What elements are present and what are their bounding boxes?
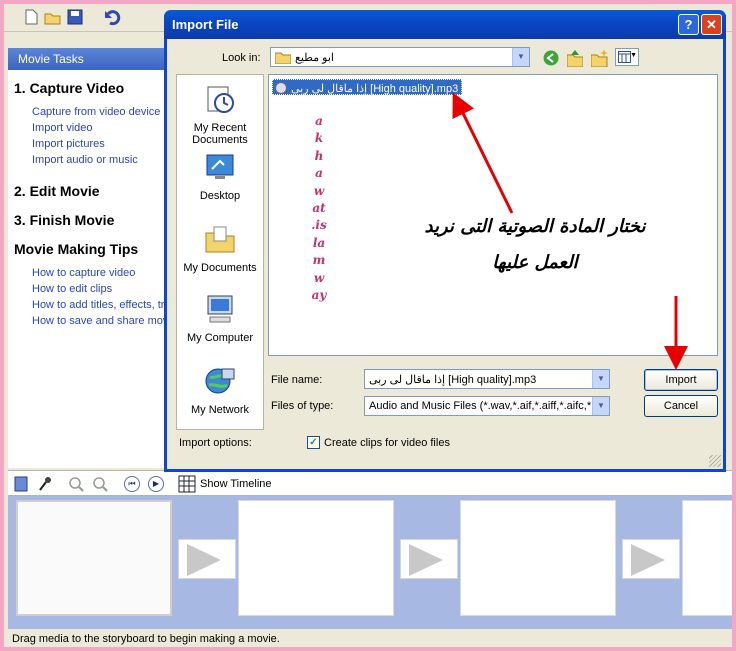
link-import-video[interactable]: Import video [8, 120, 172, 136]
close-button[interactable]: ✕ [701, 14, 722, 35]
places-bar: My Recent Documents Desktop My Documents… [176, 74, 264, 430]
place-desktop[interactable]: Desktop [177, 151, 263, 202]
look-in-combo[interactable]: ابو مطيع ▼ [270, 47, 530, 67]
undo-icon[interactable] [104, 8, 122, 26]
file-list[interactable]: إذا ماقال لى ربى [High quality].mp3 akha… [268, 74, 718, 356]
annotation-line-1: نختار المادة الصوتية التى نريد [424, 216, 646, 237]
files-of-type-value: Audio and Music Files (*.wav,*.aif,*.aif… [369, 400, 600, 412]
open-project-icon[interactable] [44, 8, 62, 26]
look-in-label: Look in: [222, 52, 261, 64]
link-how-to-add-titles[interactable]: How to add titles, effects, tr [8, 297, 172, 313]
place-label: My Recent Documents [192, 122, 248, 146]
section-edit-movie[interactable]: 2. Edit Movie﹀ [8, 179, 172, 203]
dialog-title-bar: Import File ? ✕ [164, 10, 726, 39]
place-my-network[interactable]: My Network [177, 365, 263, 416]
section-title: 3. Finish Movie [14, 212, 115, 228]
save-project-icon[interactable] [66, 8, 84, 26]
dialog-title: Import File [172, 17, 239, 32]
storyboard-slot[interactable] [682, 500, 732, 616]
microphone-icon[interactable] [38, 476, 52, 492]
folder-icon [275, 52, 291, 64]
import-button[interactable]: Import [644, 369, 718, 391]
link-capture-from-device[interactable]: Capture from video device [8, 104, 172, 120]
back-icon[interactable] [543, 50, 559, 66]
movie-tasks-header: Movie Tasks [8, 48, 172, 70]
section-title: Movie Making Tips [14, 241, 139, 257]
timeline-icon[interactable] [178, 475, 196, 493]
link-how-to-edit[interactable]: How to edit clips [8, 281, 172, 297]
link-import-audio[interactable]: Import audio or music [8, 152, 172, 168]
chevron-down-icon[interactable]: ▼ [592, 397, 609, 415]
place-label: Desktop [199, 190, 241, 202]
my-network-icon [205, 368, 235, 394]
rewind-icon[interactable]: ⏮ [124, 476, 140, 492]
file-name-input[interactable]: إذا ماقال لى ربى [High quality].mp3 ▼ [364, 369, 610, 389]
cancel-button[interactable]: Cancel [644, 395, 718, 417]
transition-slot[interactable] [622, 539, 680, 579]
look-in-value: ابو مطيع [295, 52, 334, 64]
link-how-to-capture[interactable]: How to capture video [8, 265, 172, 281]
place-label: My Network [190, 404, 250, 416]
status-bar: Drag media to the storyboard to begin ma… [8, 629, 732, 645]
transition-slot[interactable] [400, 539, 458, 579]
place-my-documents[interactable]: My Documents [177, 223, 263, 274]
storyboard-slot[interactable] [16, 500, 172, 616]
help-button[interactable]: ? [678, 14, 699, 35]
storyboard-slot[interactable] [460, 500, 616, 616]
view-icon [618, 51, 631, 63]
new-folder-icon[interactable] [591, 49, 609, 67]
storyboard-toolbar: ⏮ ▶ Show Timeline [8, 470, 732, 496]
file-name-value: إذا ماقال لى ربى [High quality].mp3 [369, 374, 537, 386]
create-clips-label: Create clips for video files [324, 437, 450, 449]
movie-tasks-pane: Movie Tasks 1. Capture Video︿ Capture fr… [8, 48, 172, 468]
transition-slot[interactable] [178, 539, 236, 579]
up-folder-icon[interactable] [567, 49, 583, 67]
import-file-dialog: Import File ? ✕ Look in: ابو مطيع ▼ ▼ My… [164, 10, 726, 472]
section-finish-movie[interactable]: 3. Finish Movie﹀ [8, 208, 172, 232]
my-documents-icon [205, 226, 235, 253]
link-how-to-save[interactable]: How to save and share movi [8, 313, 172, 329]
audio-file-icon [275, 82, 287, 94]
annotation-line-2: العمل عليها [492, 252, 578, 273]
place-my-recent-documents[interactable]: My Recent Documents [177, 83, 263, 146]
files-of-type-label: Files of type: [271, 400, 334, 412]
section-title: 1. Capture Video [14, 80, 125, 96]
zoom-out-icon[interactable] [92, 476, 108, 492]
zoom-in-icon[interactable] [68, 476, 84, 492]
place-my-computer[interactable]: My Computer [177, 293, 263, 344]
chevron-down-icon[interactable]: ▼ [512, 48, 529, 66]
files-of-type-select[interactable]: Audio and Music Files (*.wav,*.aif,*.aif… [364, 396, 610, 416]
place-label: My Computer [186, 332, 254, 344]
section-movie-making-tips[interactable]: Movie Making Tips︿ [8, 237, 172, 261]
file-item-selected[interactable]: إذا ماقال لى ربى [High quality].mp3 [272, 79, 463, 95]
storyboard-view-icon[interactable] [14, 476, 28, 492]
desktop-icon [206, 154, 234, 179]
resize-grip[interactable] [709, 455, 721, 467]
show-timeline-button[interactable]: Show Timeline [200, 478, 272, 490]
storyboard[interactable] [8, 496, 732, 631]
chevron-down-icon: ▼ [630, 52, 637, 59]
storyboard-slot[interactable] [238, 500, 394, 616]
vertical-watermark: akhawat.islamway [311, 114, 327, 303]
my-computer-icon [207, 295, 233, 323]
link-import-pictures[interactable]: Import pictures [8, 136, 172, 152]
section-capture-video[interactable]: 1. Capture Video︿ [8, 76, 172, 100]
file-item-label: إذا ماقال لى ربى [High quality].mp3 [291, 83, 459, 95]
new-project-icon[interactable] [22, 8, 40, 26]
section-title: 2. Edit Movie [14, 183, 100, 199]
create-clips-checkbox[interactable]: ✓ [307, 436, 320, 449]
import-options-label: Import options: [179, 437, 252, 449]
file-name-label: File name: [271, 374, 323, 386]
chevron-down-icon[interactable]: ▼ [592, 370, 609, 388]
place-label: My Documents [183, 262, 257, 274]
views-menu-button[interactable]: ▼ [615, 48, 639, 66]
recent-documents-icon [207, 86, 234, 113]
play-icon[interactable]: ▶ [148, 476, 164, 492]
